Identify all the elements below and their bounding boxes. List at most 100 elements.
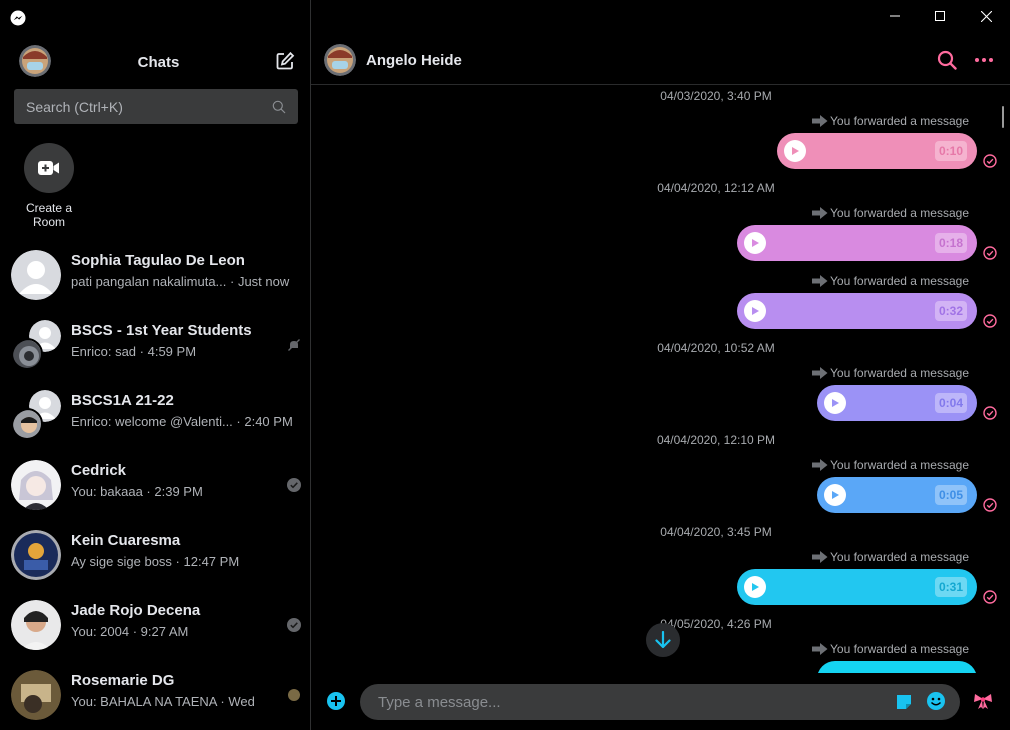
chat-name: Jade Rojo Decena — [71, 602, 201, 619]
timestamp: 04/04/2020, 3:45 PM — [660, 525, 772, 539]
scrollbar[interactable] — [1002, 106, 1004, 128]
voice-message[interactable]: 0:10 — [777, 133, 977, 169]
play-icon — [752, 239, 759, 247]
seen-avatar-icon — [288, 689, 300, 701]
play-button[interactable] — [744, 576, 766, 598]
voice-duration: 0:18 — [934, 233, 967, 253]
voice-duration: 0:05 — [934, 485, 967, 505]
maximize-button[interactable] — [917, 0, 963, 32]
message-input[interactable] — [378, 693, 960, 711]
search-icon[interactable] — [937, 50, 957, 70]
timestamp: 04/04/2020, 12:10 PM — [656, 433, 776, 447]
check-circle-icon — [287, 478, 301, 492]
chat-item[interactable]: BSCS - 1st Year Students Enrico: sad · 4… — [0, 310, 311, 380]
message-list[interactable]: 04/03/2020, 3:40 PM You forwarded a mess… — [311, 85, 1010, 673]
play-button[interactable] — [744, 232, 766, 254]
chat-item[interactable]: BSCS1A 21-22 Enrico: welcome @Valenti...… — [0, 380, 311, 450]
voice-message[interactable]: 0:04 — [817, 385, 977, 421]
contact-avatar[interactable] — [324, 44, 356, 76]
chat-item[interactable]: Rosemarie DG You: BAHALA NA TAENA · Wed — [0, 660, 311, 730]
forward-label: You forwarded a message — [812, 206, 969, 220]
plus-circle-icon[interactable] — [326, 691, 346, 711]
play-button[interactable] — [744, 300, 766, 322]
voice-duration: 0:10 — [934, 141, 967, 161]
forward-arrow-icon — [812, 643, 828, 655]
forward-arrow-icon — [812, 275, 828, 287]
chat-name: BSCS1A 21-22 — [71, 392, 174, 409]
check-circle-icon — [983, 406, 997, 420]
sidebar-title: Chats — [137, 54, 180, 71]
forward-arrow-icon — [812, 207, 828, 219]
chat-name: Sophia Tagulao De Leon — [71, 252, 245, 269]
sidebar: Chats Create a Room Sophia Tagulao De Le… — [0, 0, 311, 730]
chat-name: BSCS - 1st Year Students — [71, 322, 252, 339]
forward-arrow-icon — [812, 459, 828, 471]
forward-label: You forwarded a message — [812, 274, 969, 288]
chat-preview: You: BAHALA NA TAENA · Wed — [71, 694, 255, 709]
voice-message[interactable]: 0:31 — [737, 569, 977, 605]
voice-message[interactable]: 0:32 — [737, 293, 977, 329]
play-icon — [832, 491, 839, 499]
search-icon — [272, 100, 286, 113]
play-icon — [832, 399, 839, 407]
play-icon — [752, 583, 759, 591]
search-box[interactable] — [14, 89, 298, 124]
minimize-icon — [890, 15, 900, 17]
chat-item[interactable]: Cedrick You: bakaaa · 2:39 PM — [0, 450, 311, 520]
contact-name[interactable]: Angelo Heide — [366, 52, 462, 69]
create-room-button[interactable] — [24, 143, 74, 193]
chat-preview: Ay sige sige boss · 12:47 PM — [71, 554, 240, 569]
voice-duration: 0:04 — [934, 393, 967, 413]
avatar — [11, 460, 61, 510]
sticker-icon[interactable] — [894, 692, 914, 712]
chat-preview: pati pangalan nakalimuta... · Just now — [71, 274, 290, 289]
check-circle-icon — [983, 590, 997, 604]
bow-icon[interactable] — [973, 692, 993, 710]
voice-message[interactable] — [817, 661, 977, 673]
forward-arrow-icon — [812, 115, 828, 127]
forward-arrow-icon — [812, 367, 828, 379]
avatar — [11, 530, 61, 580]
more-icon[interactable] — [974, 50, 994, 70]
voice-message[interactable]: 0:18 — [737, 225, 977, 261]
chat-name: Rosemarie DG — [71, 672, 175, 689]
chat-preview: You: bakaaa · 2:39 PM — [71, 484, 203, 499]
create-room-label: Create a Room — [25, 201, 73, 229]
close-button[interactable] — [963, 0, 1009, 32]
avatar — [11, 600, 61, 650]
chat-item[interactable]: Kein Cuaresma Ay sige sige boss · 12:47 … — [0, 520, 311, 590]
compose-icon[interactable] — [275, 51, 295, 71]
check-circle-icon — [983, 246, 997, 260]
forward-label: You forwarded a message — [812, 550, 969, 564]
voice-message[interactable]: 0:05 — [817, 477, 977, 513]
check-circle-icon — [983, 498, 997, 512]
search-input[interactable] — [26, 98, 272, 115]
forward-label: You forwarded a message — [812, 458, 969, 472]
check-circle-icon — [983, 154, 997, 168]
play-button[interactable] — [824, 484, 846, 506]
video-plus-icon — [38, 161, 59, 175]
chat-item[interactable]: Sophia Tagulao De Leon pati pangalan nak… — [0, 240, 311, 310]
muted-bell-icon — [288, 339, 300, 351]
chat-preview: You: 2004 · 9:27 AM — [71, 624, 189, 639]
emoji-icon[interactable] — [926, 691, 946, 711]
timestamp: 04/04/2020, 12:12 AM — [657, 181, 775, 195]
play-button[interactable] — [824, 392, 846, 414]
forward-label: You forwarded a message — [812, 366, 969, 380]
message-composer[interactable] — [360, 684, 960, 720]
voice-duration: 0:32 — [934, 301, 967, 321]
maximize-icon — [935, 11, 945, 21]
chat-preview: Enrico: sad · 4:59 PM — [71, 344, 197, 359]
check-circle-icon — [983, 314, 997, 328]
minimize-button[interactable] — [872, 0, 918, 32]
chat-preview: Enrico: welcome @Valenti... · 2:40 PM — [71, 414, 293, 429]
play-button[interactable] — [784, 140, 806, 162]
timestamp: 04/03/2020, 3:40 PM — [660, 89, 772, 103]
close-icon — [980, 10, 992, 22]
chat-item[interactable]: Jade Rojo Decena You: 2004 · 9:27 AM — [0, 590, 311, 660]
scroll-to-bottom-button[interactable] — [646, 623, 680, 657]
play-icon — [792, 147, 799, 155]
avatar — [11, 250, 61, 300]
play-icon — [752, 307, 759, 315]
check-circle-icon — [287, 618, 301, 632]
